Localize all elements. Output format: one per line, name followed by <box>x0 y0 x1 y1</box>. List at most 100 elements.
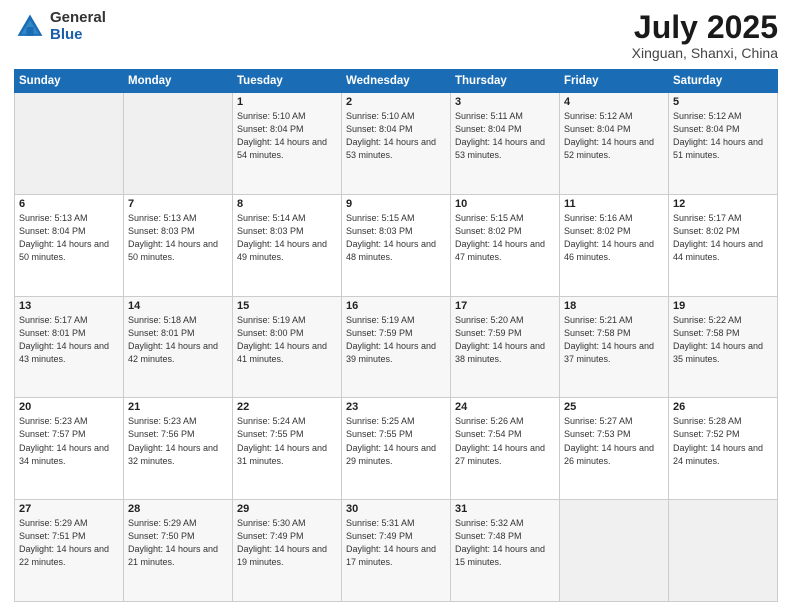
day-of-week-header: Monday <box>124 70 233 93</box>
calendar-table: SundayMondayTuesdayWednesdayThursdayFrid… <box>14 69 778 602</box>
calendar-page: General Blue July 2025 Xinguan, Shanxi, … <box>0 0 792 612</box>
day-info: Sunrise: 5:14 AM Sunset: 8:03 PM Dayligh… <box>237 212 337 264</box>
day-info: Sunrise: 5:12 AM Sunset: 8:04 PM Dayligh… <box>564 110 664 162</box>
day-number: 15 <box>237 300 337 312</box>
day-number: 14 <box>128 300 228 312</box>
calendar-day-cell: 30Sunrise: 5:31 AM Sunset: 7:49 PM Dayli… <box>342 500 451 602</box>
location: Xinguan, Shanxi, China <box>632 45 778 61</box>
calendar-day-cell: 24Sunrise: 5:26 AM Sunset: 7:54 PM Dayli… <box>451 398 560 500</box>
day-of-week-header: Saturday <box>669 70 778 93</box>
calendar-day-cell: 4 Sunrise: 5:12 AM Sunset: 8:04 PM Daylig… <box>560 93 669 195</box>
day-number: 2 <box>346 96 446 108</box>
calendar-day-cell: 25 Sunrise: 5:27 AM Sunset: 7:53 PM Dayli… <box>560 398 669 500</box>
day-info: Sunrise: 5:31 AM Sunset: 7:49 PM Dayligh… <box>346 517 446 569</box>
calendar-week-row: 27 Sunrise: 5:29 AM Sunset: 7:51 PM Dayli… <box>15 500 778 602</box>
day-info: Sunrise: 5:27 AM Sunset: 7:53 PM Dayligh… <box>564 415 664 467</box>
day-number: 27 <box>19 503 119 515</box>
calendar-day-cell <box>124 93 233 195</box>
calendar-day-cell: 14 Sunrise: 5:18 AM Sunset: 8:01 PM Dayli… <box>124 296 233 398</box>
day-number: 29 <box>237 503 337 515</box>
month-title: July 2025 <box>632 10 778 45</box>
logo: General Blue <box>14 10 106 43</box>
day-info: Sunrise: 5:12 AM Sunset: 8:04 PM Dayligh… <box>673 110 773 162</box>
day-info: Sunrise: 5:29 AM Sunset: 7:50 PM Dayligh… <box>128 517 228 569</box>
day-number: 20 <box>19 401 119 413</box>
logo-text: General Blue <box>50 10 106 43</box>
logo-blue-text: Blue <box>50 27 106 44</box>
day-info: Sunrise: 5:10 AM Sunset: 8:04 PM Dayligh… <box>237 110 337 162</box>
calendar-week-row: 13Sunrise: 5:17 AM Sunset: 8:01 PM Dayli… <box>15 296 778 398</box>
day-info: Sunrise: 5:13 AM Sunset: 8:04 PM Dayligh… <box>19 212 119 264</box>
day-number: 17 <box>455 300 555 312</box>
calendar-day-cell: 17Sunrise: 5:20 AM Sunset: 7:59 PM Dayli… <box>451 296 560 398</box>
day-number: 10 <box>455 198 555 210</box>
day-info: Sunrise: 5:10 AM Sunset: 8:04 PM Dayligh… <box>346 110 446 162</box>
logo-icon <box>14 11 46 43</box>
day-number: 5 <box>673 96 773 108</box>
day-number: 13 <box>19 300 119 312</box>
calendar-day-cell: 31 Sunrise: 5:32 AM Sunset: 7:48 PM Dayli… <box>451 500 560 602</box>
day-number: 31 <box>455 503 555 515</box>
calendar-day-cell: 26 Sunrise: 5:28 AM Sunset: 7:52 PM Dayli… <box>669 398 778 500</box>
calendar-day-cell: 6 Sunrise: 5:13 AM Sunset: 8:04 PM Daylig… <box>15 194 124 296</box>
calendar-day-cell: 9Sunrise: 5:15 AM Sunset: 8:03 PM Daylig… <box>342 194 451 296</box>
day-info: Sunrise: 5:32 AM Sunset: 7:48 PM Dayligh… <box>455 517 555 569</box>
day-info: Sunrise: 5:25 AM Sunset: 7:55 PM Dayligh… <box>346 415 446 467</box>
day-number: 26 <box>673 401 773 413</box>
day-number: 4 <box>564 96 664 108</box>
calendar-week-row: 1Sunrise: 5:10 AM Sunset: 8:04 PM Daylig… <box>15 93 778 195</box>
day-info: Sunrise: 5:30 AM Sunset: 7:49 PM Dayligh… <box>237 517 337 569</box>
calendar-day-cell: 5 Sunrise: 5:12 AM Sunset: 8:04 PM Daylig… <box>669 93 778 195</box>
day-number: 8 <box>237 198 337 210</box>
calendar-day-cell: 16Sunrise: 5:19 AM Sunset: 7:59 PM Dayli… <box>342 296 451 398</box>
calendar-day-cell: 3 Sunrise: 5:11 AM Sunset: 8:04 PM Daylig… <box>451 93 560 195</box>
title-block: July 2025 Xinguan, Shanxi, China <box>632 10 778 61</box>
calendar-day-cell: 12 Sunrise: 5:17 AM Sunset: 8:02 PM Dayli… <box>669 194 778 296</box>
day-number: 19 <box>673 300 773 312</box>
calendar-day-cell <box>560 500 669 602</box>
day-number: 23 <box>346 401 446 413</box>
day-of-week-header: Tuesday <box>233 70 342 93</box>
day-info: Sunrise: 5:16 AM Sunset: 8:02 PM Dayligh… <box>564 212 664 264</box>
calendar-day-cell: 7 Sunrise: 5:13 AM Sunset: 8:03 PM Daylig… <box>124 194 233 296</box>
day-info: Sunrise: 5:28 AM Sunset: 7:52 PM Dayligh… <box>673 415 773 467</box>
day-number: 22 <box>237 401 337 413</box>
calendar-week-row: 6 Sunrise: 5:13 AM Sunset: 8:04 PM Daylig… <box>15 194 778 296</box>
day-info: Sunrise: 5:29 AM Sunset: 7:51 PM Dayligh… <box>19 517 119 569</box>
calendar-day-cell: 13Sunrise: 5:17 AM Sunset: 8:01 PM Dayli… <box>15 296 124 398</box>
calendar-day-cell: 19 Sunrise: 5:22 AM Sunset: 7:58 PM Dayli… <box>669 296 778 398</box>
day-info: Sunrise: 5:13 AM Sunset: 8:03 PM Dayligh… <box>128 212 228 264</box>
day-number: 9 <box>346 198 446 210</box>
day-info: Sunrise: 5:15 AM Sunset: 8:02 PM Dayligh… <box>455 212 555 264</box>
day-info: Sunrise: 5:21 AM Sunset: 7:58 PM Dayligh… <box>564 314 664 366</box>
logo-general-text: General <box>50 10 106 27</box>
calendar-day-cell: 28Sunrise: 5:29 AM Sunset: 7:50 PM Dayli… <box>124 500 233 602</box>
day-number: 24 <box>455 401 555 413</box>
day-of-week-header: Wednesday <box>342 70 451 93</box>
day-info: Sunrise: 5:22 AM Sunset: 7:58 PM Dayligh… <box>673 314 773 366</box>
day-number: 6 <box>19 198 119 210</box>
calendar-day-cell: 22 Sunrise: 5:24 AM Sunset: 7:55 PM Dayli… <box>233 398 342 500</box>
calendar-week-row: 20 Sunrise: 5:23 AM Sunset: 7:57 PM Dayli… <box>15 398 778 500</box>
day-info: Sunrise: 5:24 AM Sunset: 7:55 PM Dayligh… <box>237 415 337 467</box>
day-number: 3 <box>455 96 555 108</box>
day-info: Sunrise: 5:23 AM Sunset: 7:57 PM Dayligh… <box>19 415 119 467</box>
calendar-day-cell: 15 Sunrise: 5:19 AM Sunset: 8:00 PM Dayli… <box>233 296 342 398</box>
calendar-day-cell: 11Sunrise: 5:16 AM Sunset: 8:02 PM Dayli… <box>560 194 669 296</box>
day-info: Sunrise: 5:18 AM Sunset: 8:01 PM Dayligh… <box>128 314 228 366</box>
day-number: 7 <box>128 198 228 210</box>
day-of-week-header: Thursday <box>451 70 560 93</box>
day-number: 16 <box>346 300 446 312</box>
day-number: 18 <box>564 300 664 312</box>
day-info: Sunrise: 5:11 AM Sunset: 8:04 PM Dayligh… <box>455 110 555 162</box>
day-number: 25 <box>564 401 664 413</box>
calendar-day-cell <box>669 500 778 602</box>
day-info: Sunrise: 5:19 AM Sunset: 8:00 PM Dayligh… <box>237 314 337 366</box>
day-number: 12 <box>673 198 773 210</box>
calendar-day-cell: 21Sunrise: 5:23 AM Sunset: 7:56 PM Dayli… <box>124 398 233 500</box>
day-info: Sunrise: 5:17 AM Sunset: 8:02 PM Dayligh… <box>673 212 773 264</box>
calendar-day-cell: 8 Sunrise: 5:14 AM Sunset: 8:03 PM Daylig… <box>233 194 342 296</box>
calendar-day-cell: 18 Sunrise: 5:21 AM Sunset: 7:58 PM Dayli… <box>560 296 669 398</box>
calendar-day-cell <box>15 93 124 195</box>
day-of-week-header: Friday <box>560 70 669 93</box>
